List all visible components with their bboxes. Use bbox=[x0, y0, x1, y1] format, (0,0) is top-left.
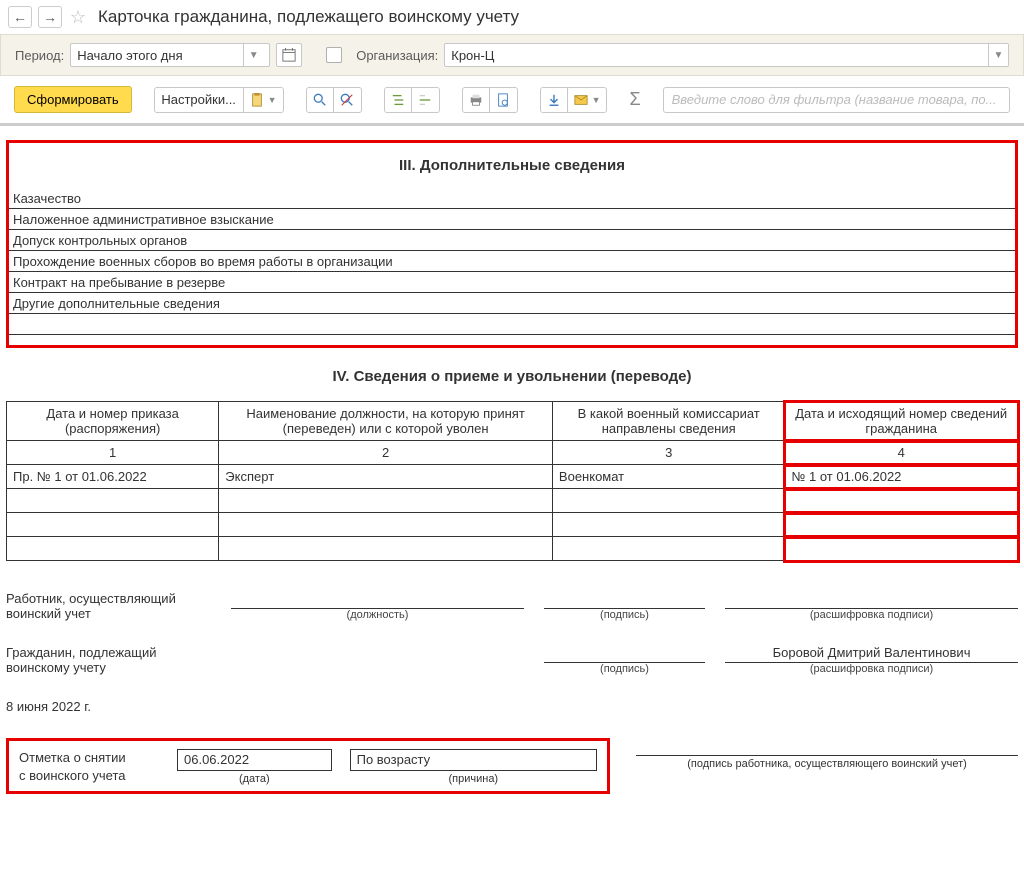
calendar-icon bbox=[282, 48, 296, 62]
section-4-table: Дата и номер приказа (распоряжения) Наим… bbox=[6, 401, 1018, 561]
table-header-1: Дата и номер приказа (распоряжения) bbox=[7, 402, 219, 441]
search-cancel-icon bbox=[340, 93, 354, 107]
field-admin-penalty: Наложенное административное взыскание bbox=[9, 209, 1015, 230]
table-row bbox=[7, 513, 1018, 537]
table-row: Пр. № 1 от 01.06.2022 Эксперт Военкомат … bbox=[7, 465, 1018, 489]
print-button[interactable] bbox=[462, 87, 490, 113]
table-header-3: В какой военный комиссариат направлены с… bbox=[552, 402, 785, 441]
field-military-training: Прохождение военных сборов во время рабо… bbox=[9, 251, 1015, 272]
clipboard-icon bbox=[250, 93, 264, 107]
col-num-4: 4 bbox=[785, 441, 1018, 465]
field-empty bbox=[9, 314, 1015, 335]
field-other-info: Другие дополнительные сведения bbox=[9, 293, 1015, 314]
title-bar: ← → ☆ Карточка гражданина, подлежащего в… bbox=[0, 0, 1024, 34]
nav-forward-button[interactable]: → bbox=[38, 6, 62, 28]
table-header-4: Дата и исходящий номер сведений граждани… bbox=[785, 402, 1018, 441]
collapse-groups-button[interactable] bbox=[412, 87, 440, 113]
document-date: 8 июня 2022 г. bbox=[6, 699, 1018, 714]
filter-input[interactable]: Введите слово для фильтра (название това… bbox=[663, 87, 1010, 113]
footer-signature: (подпись работника, осуществляющего воин… bbox=[636, 748, 1018, 770]
save-icon bbox=[547, 93, 561, 107]
email-icon bbox=[574, 93, 588, 107]
save-button[interactable] bbox=[540, 87, 568, 113]
citizen-sign-label: Гражданин, подлежащий воинскому учету bbox=[6, 645, 211, 675]
page-title: Карточка гражданина, подлежащего воинско… bbox=[98, 7, 519, 27]
citizen-name: Боровой Дмитрий Валентинович bbox=[725, 645, 1018, 663]
search-icon bbox=[313, 93, 327, 107]
find-button[interactable] bbox=[306, 87, 334, 113]
section-3-title: III. Дополнительные сведения bbox=[9, 149, 1015, 188]
section-4-title: IV. Сведения о приеме и увольнении (пере… bbox=[6, 366, 1018, 401]
report-body: III. Дополнительные сведения Казачество … bbox=[0, 126, 1024, 808]
favorite-star-icon[interactable]: ☆ bbox=[68, 7, 88, 27]
field-control-access: Допуск контрольных органов bbox=[9, 230, 1015, 251]
footer-row: Отметка о снятии с воинского учета 06.06… bbox=[6, 738, 1018, 794]
chevron-down-icon[interactable]: ▼ bbox=[243, 44, 263, 66]
nav-back-button[interactable]: ← bbox=[8, 6, 32, 28]
toolbar: Сформировать Настройки... ▼ bbox=[0, 76, 1024, 126]
removal-block: Отметка о снятии с воинского учета 06.06… bbox=[6, 738, 610, 794]
settings-variants-button[interactable]: ▼ bbox=[244, 87, 284, 113]
document-preview-icon bbox=[496, 93, 510, 107]
period-label: Период: bbox=[15, 48, 64, 63]
signatures-block: Работник, осуществляющий воинский учет (… bbox=[6, 591, 1018, 714]
find-cancel-button[interactable] bbox=[334, 87, 362, 113]
table-header-2: Наименование должности, на которую приня… bbox=[219, 402, 553, 441]
sigma-icon[interactable]: Σ bbox=[629, 89, 640, 110]
removal-date: 06.06.2022 bbox=[177, 749, 332, 771]
filter-bar: Период: Начало этого дня ▼ Организация: … bbox=[0, 34, 1024, 76]
org-label: Организация: bbox=[356, 48, 438, 63]
field-cossacks: Казачество bbox=[9, 188, 1015, 209]
print-preview-button[interactable] bbox=[490, 87, 518, 113]
collapse-icon bbox=[418, 93, 432, 107]
period-input[interactable]: Начало этого дня ▼ bbox=[70, 43, 270, 67]
expand-icon bbox=[391, 93, 405, 107]
col-num-3: 3 bbox=[552, 441, 785, 465]
table-row bbox=[7, 537, 1018, 561]
removal-reason: По возрасту bbox=[350, 749, 597, 771]
email-button[interactable]: ▼ bbox=[568, 87, 608, 113]
org-value: Крон-Ц bbox=[445, 44, 988, 66]
organization-input[interactable]: Крон-Ц ▼ bbox=[444, 43, 1009, 67]
print-icon bbox=[469, 93, 483, 107]
chevron-down-icon[interactable]: ▼ bbox=[988, 44, 1008, 66]
generate-button[interactable]: Сформировать bbox=[14, 86, 132, 113]
table-row bbox=[7, 489, 1018, 513]
expand-groups-button[interactable] bbox=[384, 87, 412, 113]
col-num-1: 1 bbox=[7, 441, 219, 465]
calendar-button[interactable] bbox=[276, 43, 302, 67]
org-checkbox[interactable] bbox=[326, 47, 342, 63]
settings-button[interactable]: Настройки... bbox=[154, 87, 244, 113]
section-3-additional-info: III. Дополнительные сведения Казачество … bbox=[6, 140, 1018, 348]
col-num-2: 2 bbox=[219, 441, 553, 465]
period-value: Начало этого дня bbox=[77, 48, 182, 63]
field-reserve-contract: Контракт на пребывание в резерве bbox=[9, 272, 1015, 293]
worker-sign-label: Работник, осуществляющий воинский учет bbox=[6, 591, 211, 621]
